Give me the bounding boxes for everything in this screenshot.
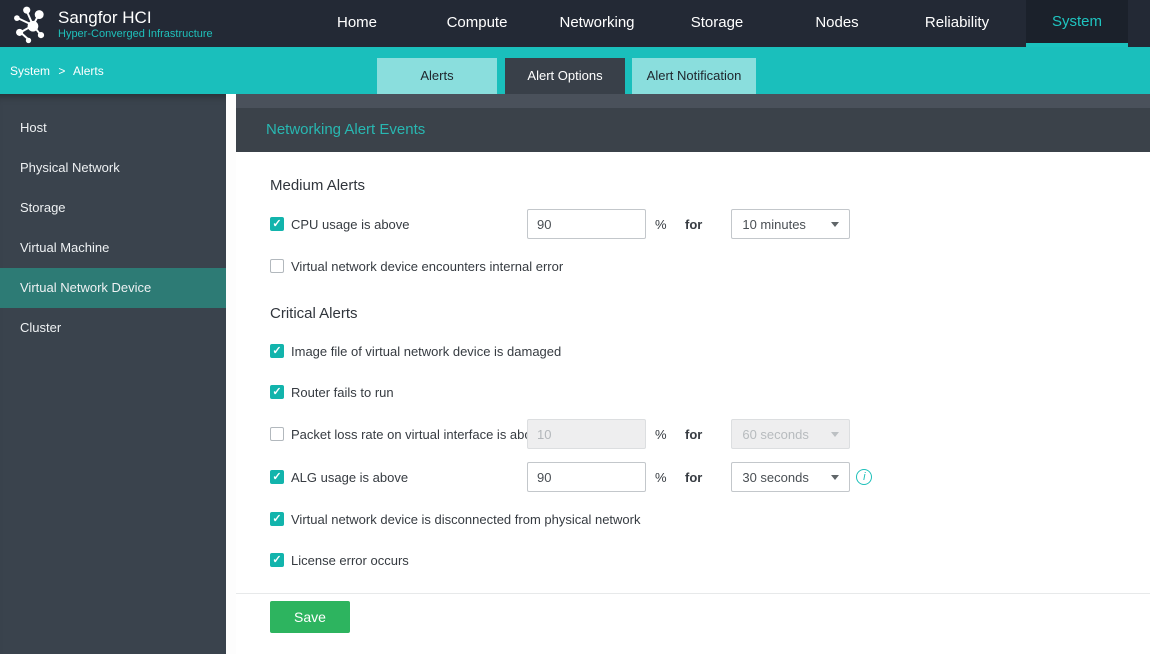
alert-label: License error occurs — [291, 553, 409, 568]
sidebar-item-virtual-network-device[interactable]: Virtual Network Device — [0, 268, 226, 308]
top-navbar: Sangfor HCI Hyper-Converged Infrastructu… — [0, 0, 1150, 47]
alert-label: CPU usage is above — [291, 217, 410, 232]
alert-row-cpu-usage-is-above: ✓ CPU usage is above% for 10 minutes — [270, 209, 1150, 239]
alert-row-image-file-of-virtual-network-device-is-damaged: ✓ Image file of virtual network device is… — [270, 337, 1150, 365]
duration-select-cpu-usage-is-above[interactable]: 10 minutes — [731, 209, 850, 239]
check-icon: ✓ — [272, 346, 281, 357]
threshold-controls: % for 10 minutes — [527, 209, 850, 239]
sangfor-logo-icon — [8, 3, 49, 44]
tab-alerts[interactable]: Alerts — [377, 58, 497, 94]
nav-item-networking[interactable]: Networking — [546, 0, 648, 47]
brand: Sangfor HCI Hyper-Converged Infrastructu… — [0, 3, 213, 44]
checkbox-packet-loss-rate-on-virtual-interface-is-above[interactable] — [270, 427, 284, 441]
tab-strip: AlertsAlert OptionsAlert Notification — [377, 58, 756, 94]
percent-label: % — [655, 217, 670, 232]
alert-row-packet-loss-rate-on-virtual-interface-is-above: Packet loss rate on virtual interface is… — [270, 419, 1150, 449]
breadcrumb-item-system[interactable]: System — [10, 64, 50, 78]
chevron-down-icon — [831, 432, 839, 437]
alert-label: Image file of virtual network device is … — [291, 344, 561, 359]
threshold-controls: % for 60 seconds — [527, 419, 850, 449]
threshold-input-alg-usage-is-above[interactable] — [527, 462, 646, 492]
check-icon: ✓ — [272, 472, 281, 483]
alert-row-virtual-network-device-encounters-internal-error: Virtual network device encounters intern… — [270, 252, 1150, 280]
nav-item-storage[interactable]: Storage — [666, 0, 768, 47]
alert-label: ALG usage is above — [291, 470, 408, 485]
for-label: for — [685, 427, 702, 442]
percent-label: % — [655, 427, 670, 442]
panel-header: Networking Alert Events — [236, 108, 1150, 152]
checkbox-cpu-usage-is-above[interactable]: ✓ — [270, 217, 284, 231]
alert-row-license-error-occurs: ✓ License error occurs — [270, 546, 1150, 574]
duration-value: 10 minutes — [742, 217, 806, 232]
app-subtitle: Hyper-Converged Infrastructure — [58, 28, 213, 40]
check-icon: ✓ — [272, 219, 281, 230]
alert-row-virtual-network-device-is-disconnected-from-physical-network: ✓ Virtual network device is disconnected … — [270, 505, 1150, 533]
app-title: Sangfor HCI — [58, 8, 213, 28]
checkbox-alg-usage-is-above[interactable]: ✓ — [270, 470, 284, 484]
footer-divider — [236, 593, 1150, 594]
nav-item-system[interactable]: System — [1026, 0, 1128, 47]
check-icon: ✓ — [272, 387, 281, 398]
threshold-input-cpu-usage-is-above[interactable] — [527, 209, 646, 239]
tab-alert-notification[interactable]: Alert Notification — [632, 58, 756, 94]
alert-label: Router fails to run — [291, 385, 394, 400]
info-icon[interactable]: i — [856, 469, 872, 485]
alert-row-alg-usage-is-above: ✓ ALG usage is above% for 30 seconds i — [270, 462, 1150, 492]
nav-item-compute[interactable]: Compute — [426, 0, 528, 47]
checkbox-router-fails-to-run[interactable]: ✓ — [270, 385, 284, 399]
alert-options-content: Medium Alerts ✓ CPU usage is above% for 10 m… — [236, 152, 1150, 654]
main-layout: HostPhysical NetworkStorageVirtual Machi… — [0, 94, 1150, 654]
checkbox-image-file-of-virtual-network-device-is-damaged[interactable]: ✓ — [270, 344, 284, 358]
checkbox-virtual-network-device-encounters-internal-error[interactable] — [270, 259, 284, 273]
sidebar: HostPhysical NetworkStorageVirtual Machi… — [0, 94, 226, 654]
tab-alert-options[interactable]: Alert Options — [505, 58, 625, 94]
check-icon: ✓ — [272, 555, 281, 566]
duration-value: 60 seconds — [742, 427, 809, 442]
save-button[interactable]: Save — [270, 601, 350, 633]
for-label: for — [685, 470, 702, 485]
threshold-input-packet-loss-rate-on-virtual-interface-is-above[interactable] — [527, 419, 646, 449]
main-panel: Networking Alert Events Medium Alerts ✓ CP… — [236, 94, 1150, 654]
sidebar-item-virtual-machine[interactable]: Virtual Machine — [0, 228, 226, 268]
section-title-medium-alerts: Medium Alerts — [270, 177, 1150, 196]
panel-gap — [226, 94, 236, 654]
breadcrumb: System > Alerts — [10, 64, 104, 78]
checkbox-virtual-network-device-is-disconnected-from-physical-network[interactable]: ✓ — [270, 512, 284, 526]
alert-row-router-fails-to-run: ✓ Router fails to run — [270, 378, 1150, 406]
sidebar-item-host[interactable]: Host — [0, 108, 226, 148]
threshold-controls: % for 30 seconds i — [527, 462, 872, 492]
for-label: for — [685, 217, 702, 232]
panel-title: Networking Alert Events — [266, 121, 425, 138]
brand-text: Sangfor HCI Hyper-Converged Infrastructu… — [58, 8, 213, 40]
checkbox-license-error-occurs[interactable]: ✓ — [270, 553, 284, 567]
check-icon: ✓ — [272, 514, 281, 525]
chevron-down-icon — [831, 222, 839, 227]
alert-label: Virtual network device encounters intern… — [291, 259, 563, 274]
breadcrumb-tab-bar: System > Alerts AlertsAlert OptionsAlert… — [0, 47, 1150, 94]
percent-label: % — [655, 470, 670, 485]
sidebar-item-cluster[interactable]: Cluster — [0, 308, 226, 348]
duration-select-packet-loss-rate-on-virtual-interface-is-above[interactable]: 60 seconds — [731, 419, 850, 449]
section-title-critical-alerts: Critical Alerts — [270, 305, 1150, 324]
alert-label: Packet loss rate on virtual interface is… — [291, 427, 545, 442]
panel-top-strip — [236, 94, 1150, 108]
breadcrumb-item-alerts: Alerts — [73, 64, 104, 78]
nav-item-reliability[interactable]: Reliability — [906, 0, 1008, 47]
sidebar-item-physical-network[interactable]: Physical Network — [0, 148, 226, 188]
nav-item-nodes[interactable]: Nodes — [786, 0, 888, 47]
alert-sections: Medium Alerts ✓ CPU usage is above% for 10 m… — [270, 177, 1150, 574]
chevron-down-icon — [831, 475, 839, 480]
main-nav: Home Compute Networking Storage Nodes Reliabi… — [306, 0, 1128, 47]
breadcrumb-separator: > — [58, 64, 65, 78]
sidebar-item-storage[interactable]: Storage — [0, 188, 226, 228]
alert-label: Virtual network device is disconnected f… — [291, 512, 640, 527]
nav-item-home[interactable]: Home — [306, 0, 408, 47]
duration-select-alg-usage-is-above[interactable]: 30 seconds — [731, 462, 850, 492]
duration-value: 30 seconds — [742, 470, 809, 485]
